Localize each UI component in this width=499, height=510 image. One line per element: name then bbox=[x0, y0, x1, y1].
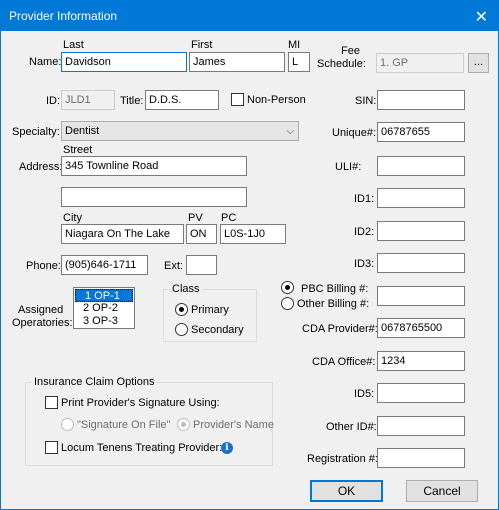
address-label: Address: bbox=[19, 161, 63, 173]
providers-name-label: Provider's Name bbox=[193, 419, 274, 431]
non-person-checkbox[interactable] bbox=[231, 93, 244, 106]
locum-tenens-checkbox[interactable] bbox=[45, 441, 58, 454]
other-id-field[interactable] bbox=[377, 416, 465, 436]
first-name-header: First bbox=[191, 39, 213, 51]
id2-field[interactable] bbox=[377, 221, 465, 241]
providers-name-radio[interactable] bbox=[177, 418, 190, 431]
cda-provider-label: CDA Provider#: bbox=[302, 323, 378, 335]
radio-selected-dot bbox=[181, 422, 186, 427]
first-name-field[interactable]: James bbox=[189, 52, 285, 72]
cda-office-field[interactable]: 1234 bbox=[377, 351, 465, 371]
phone-label: Phone: bbox=[26, 260, 61, 272]
fee-schedule-field[interactable]: 1. GP bbox=[376, 53, 464, 73]
last-name-header: Last bbox=[63, 39, 84, 51]
insurance-claim-title: Insurance Claim Options bbox=[32, 376, 157, 388]
provider-information-dialog: Provider Information ✕ Last First MI Nam… bbox=[0, 0, 499, 510]
street-line1-field[interactable]: 345 Townline Road bbox=[61, 156, 247, 176]
other-billing-label: Other Billing #: bbox=[297, 298, 370, 310]
class-group-title: Class bbox=[170, 283, 202, 295]
print-signature-label: Print Provider's Signature Using: bbox=[61, 397, 220, 409]
id5-field[interactable] bbox=[377, 383, 465, 403]
registration-field[interactable] bbox=[377, 448, 465, 468]
last-name-field[interactable]: Davidson bbox=[61, 52, 187, 72]
radio-selected-dot bbox=[179, 307, 184, 312]
operatories-listbox[interactable]: 1 OP-1 2 OP-2 3 OP-3 bbox=[73, 287, 135, 329]
id-field[interactable]: JLD1 bbox=[61, 90, 115, 110]
mi-header: MI bbox=[288, 39, 301, 51]
close-icon[interactable]: ✕ bbox=[475, 7, 488, 27]
pc-header: PC bbox=[221, 212, 237, 224]
other-id-label: Other ID#: bbox=[326, 421, 377, 433]
title-bar[interactable]: Provider Information ✕ bbox=[1, 1, 498, 31]
ext-label: Ext: bbox=[164, 260, 183, 272]
sin-field[interactable] bbox=[377, 90, 465, 110]
ok-button[interactable]: OK bbox=[310, 480, 383, 502]
class-primary-radio[interactable] bbox=[175, 303, 188, 316]
middle-initial-field[interactable]: L bbox=[288, 52, 310, 72]
locum-tenens-label: Locum Tenens Treating Provider: bbox=[61, 442, 223, 454]
cda-provider-field[interactable]: 0678765500 bbox=[377, 318, 465, 338]
unique-label: Unique#: bbox=[332, 127, 377, 139]
operatories-label: Operatories: bbox=[12, 317, 73, 329]
title-label: Title: bbox=[120, 95, 144, 107]
id1-field[interactable] bbox=[377, 188, 465, 208]
list-item[interactable]: 2 OP-2 bbox=[74, 302, 134, 315]
city-header: City bbox=[63, 212, 82, 224]
specialty-selected-value: Dentist bbox=[65, 125, 100, 137]
cda-office-label: CDA Office#: bbox=[312, 356, 376, 368]
fee-schedule-browse-button[interactable]: ... bbox=[468, 53, 489, 73]
signature-on-file-label: "Signature On File" bbox=[77, 419, 171, 431]
info-icon[interactable]: i bbox=[221, 442, 233, 454]
ext-field[interactable] bbox=[186, 255, 217, 275]
non-person-label: Non-Person bbox=[247, 94, 306, 106]
pbc-billing-label: PBC Billing #: bbox=[301, 283, 369, 295]
billing-number-field[interactable] bbox=[377, 286, 465, 306]
sin-label: SIN: bbox=[355, 95, 377, 107]
fee-schedule-label-line1: Fee bbox=[341, 45, 360, 57]
class-secondary-radio[interactable] bbox=[175, 323, 188, 336]
id2-label: ID2: bbox=[354, 226, 375, 238]
id5-label: ID5: bbox=[354, 388, 375, 400]
name-label: Name: bbox=[29, 56, 62, 68]
postal-code-field[interactable]: L0S-1J0 bbox=[220, 224, 286, 244]
list-item[interactable]: 1 OP-1 bbox=[75, 289, 133, 302]
radio-selected-dot bbox=[285, 285, 290, 290]
pbc-billing-radio[interactable] bbox=[281, 281, 294, 294]
phone-field[interactable]: (905)646-1711 bbox=[61, 255, 148, 275]
street-line2-field[interactable] bbox=[61, 187, 247, 207]
chevron-down-icon: ⌵ bbox=[286, 126, 294, 137]
specialty-dropdown[interactable]: Dentist ⌵ bbox=[61, 121, 299, 141]
id3-label: ID3: bbox=[354, 258, 375, 270]
other-billing-radio[interactable] bbox=[281, 297, 294, 310]
id1-label: ID1: bbox=[354, 193, 375, 205]
cancel-button[interactable]: Cancel bbox=[406, 480, 478, 502]
city-field[interactable]: Niagara On The Lake bbox=[61, 224, 184, 244]
class-secondary-label: Secondary bbox=[191, 324, 244, 336]
title-field[interactable]: D.D.S. bbox=[145, 90, 219, 110]
window-title: Provider Information bbox=[9, 9, 118, 23]
unique-field[interactable]: 06787655 bbox=[377, 122, 465, 142]
uli-label: ULI#: bbox=[335, 161, 362, 173]
id3-field[interactable] bbox=[377, 253, 465, 273]
street-header: Street bbox=[63, 144, 93, 156]
class-primary-label: Primary bbox=[191, 304, 229, 316]
specialty-label: Specialty: bbox=[12, 126, 60, 138]
province-field[interactable]: ON bbox=[186, 224, 217, 244]
signature-on-file-radio[interactable] bbox=[61, 418, 74, 431]
registration-label: Registration #: bbox=[307, 453, 378, 465]
pv-header: PV bbox=[188, 212, 203, 224]
print-signature-checkbox[interactable] bbox=[45, 396, 58, 409]
fee-schedule-label-line2: Schedule: bbox=[317, 58, 366, 70]
assigned-label: Assigned bbox=[18, 304, 64, 316]
id-label: ID: bbox=[46, 95, 61, 107]
uli-field[interactable] bbox=[377, 156, 465, 176]
list-item[interactable]: 3 OP-3 bbox=[74, 315, 134, 328]
